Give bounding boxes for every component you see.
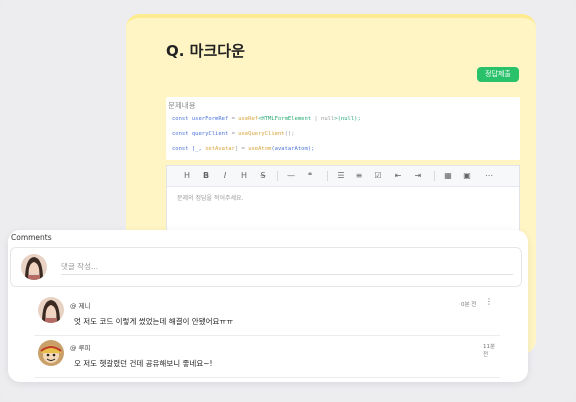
italic-icon[interactable]: I xyxy=(219,170,231,182)
code-token: (avatarAtom); xyxy=(271,146,315,152)
toolbar-divider xyxy=(434,171,435,181)
comment-item: @ 루피 11분 전 오 저도 헷갈렸던 건데 공유해보니 좋네요~! xyxy=(34,337,500,378)
editor-toolbar: H B I H S̶ — ❝ ☰ ≡ ☑ ⇤ ⇥ ▦ ▣ ⋯ xyxy=(167,166,519,187)
code-token: ] = xyxy=(234,146,249,152)
code-token: setAvatar xyxy=(205,146,235,152)
code-token: = xyxy=(228,131,239,137)
more-options-icon[interactable]: ⋮ xyxy=(485,298,493,306)
image-icon[interactable]: ▣ xyxy=(461,170,473,182)
comment-username[interactable]: @ 루피 xyxy=(70,342,91,352)
comment-item: @ 제니 0분 전 ⋮ 엇 저도 코드 이렇게 썼었는데 해결이 안됐어요ㅠㅠ xyxy=(34,295,500,336)
comment-input-box[interactable]: 댓글 작성... xyxy=(10,247,522,287)
comment-text: 오 저도 헷갈렸던 건데 공유해보니 좋네요~! xyxy=(74,359,213,368)
bold-icon[interactable]: B xyxy=(200,170,212,182)
code-token: (); xyxy=(284,131,295,137)
problem-label: 문제내용 xyxy=(168,101,196,110)
editor-placeholder[interactable]: 문제의 정답을 적어주세요. xyxy=(177,193,243,202)
heading-icon[interactable]: H xyxy=(181,170,193,182)
horizontal-rule-icon[interactable]: — xyxy=(285,170,297,182)
more-icon[interactable]: ⋯ xyxy=(483,170,495,182)
table-icon[interactable]: ▦ xyxy=(442,170,454,182)
bullet-list-icon[interactable]: ☰ xyxy=(335,170,347,182)
comment-text: 엇 저도 코드 이렇게 썼었는데 해결이 안됐어요ㅠㅠ xyxy=(74,317,234,326)
code-token: useQueryClient xyxy=(238,131,285,137)
quote-icon[interactable]: ❝ xyxy=(304,170,316,182)
input-underline xyxy=(61,274,513,275)
code-token: useAtom xyxy=(248,146,272,152)
toolbar-divider xyxy=(327,171,328,181)
code-token: const xyxy=(172,131,192,137)
avatar xyxy=(38,340,64,366)
comment-username[interactable]: @ 제니 xyxy=(70,300,91,310)
task-list-icon[interactable]: ☑ xyxy=(372,170,384,182)
comment-timestamp: 0분 전 xyxy=(461,302,477,308)
comment-timestamp: 11분 전 xyxy=(483,344,496,358)
avatar xyxy=(21,254,47,280)
code-token: <HTMLFormElement xyxy=(258,116,312,122)
toolbar-divider xyxy=(277,171,278,181)
avatar xyxy=(38,297,64,323)
page-background: Q. 마크다운 정답제출 문제내용 const userFormRef = us… xyxy=(0,0,576,402)
code-token: >(null); xyxy=(334,116,361,122)
comment-input[interactable]: 댓글 작성... xyxy=(61,261,98,272)
indent-icon[interactable]: ⇥ xyxy=(412,170,424,182)
question-title: Q. 마크다운 xyxy=(166,42,245,60)
code-line-2: const queryClient = useQueryClient(); xyxy=(172,131,295,137)
heading-alt-icon[interactable]: H xyxy=(238,170,250,182)
code-token: useRef xyxy=(238,116,259,122)
code-line-1: const userFormRef = useRef<HTMLFormEleme… xyxy=(172,116,361,122)
strikethrough-icon[interactable]: S̶ xyxy=(257,170,269,182)
code-token: = xyxy=(228,116,239,122)
ordered-list-icon[interactable]: ≡ xyxy=(353,170,365,182)
comments-title: Comments xyxy=(11,233,52,242)
problem-content: 문제내용 const userFormRef = useRef<HTMLForm… xyxy=(166,97,520,160)
outdent-icon[interactable]: ⇤ xyxy=(392,170,404,182)
code-line-3: const [_, setAvatar] = useAtom(avatarAto… xyxy=(172,146,314,152)
code-token: userFormRef xyxy=(191,116,229,122)
code-token: queryClient xyxy=(191,131,229,137)
code-token: [_, xyxy=(191,146,206,152)
code-token: const xyxy=(172,116,192,122)
code-token: | null xyxy=(311,116,335,122)
comments-section: Comments 댓글 작성... @ 제니 0분 전 ⋮ 엇 저도 코드 이렇… xyxy=(8,230,528,382)
code-token: const xyxy=(172,146,192,152)
submit-answer-button[interactable]: 정답제출 xyxy=(477,67,519,82)
